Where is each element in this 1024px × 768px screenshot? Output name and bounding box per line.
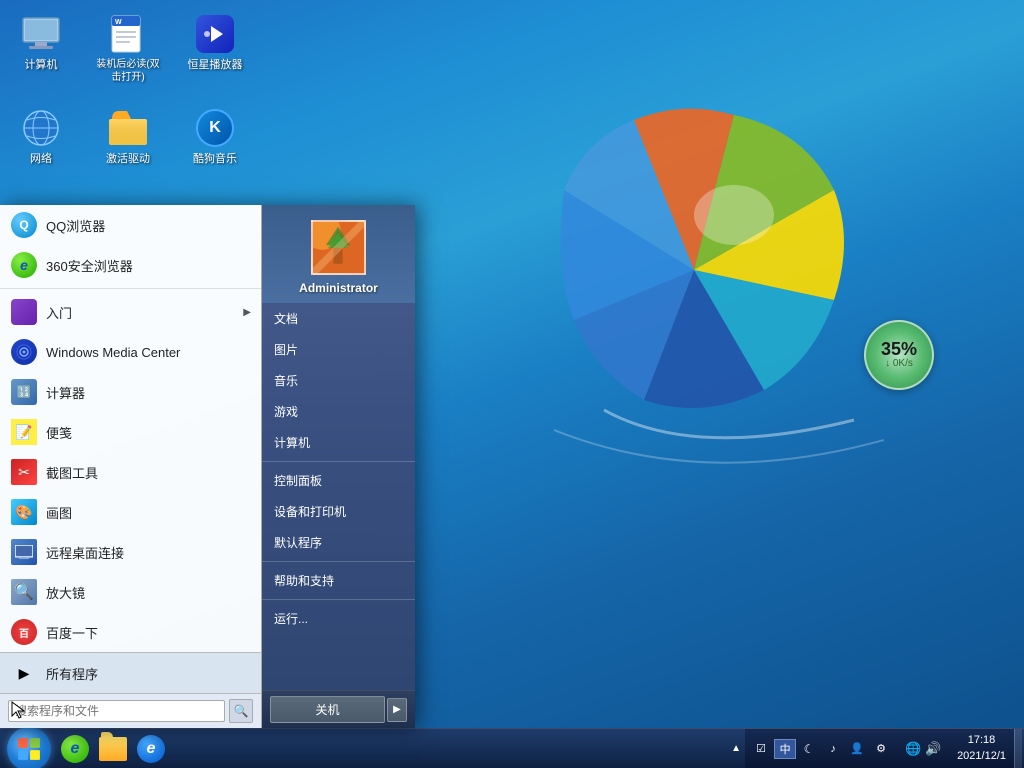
start-orb[interactable] [7,727,51,768]
shutdown-button[interactable]: 关机 [270,696,385,723]
speed-widget[interactable]: 35% ↓ 0K/s [864,320,934,390]
search-button[interactable]: 🔍 [229,699,253,723]
input-user[interactable]: 👤 [846,739,868,759]
user-avatar-section: Administrator [262,205,415,303]
desktop-icon-network-label: 网络 [30,152,52,166]
show-desktop-button[interactable] [1014,729,1022,768]
menu-item-paint[interactable]: 🎨 画图 [0,492,261,532]
menu-item-games[interactable]: 游戏 [262,396,415,427]
menu-item-baidu[interactable]: 百 百度一下 [0,612,261,652]
taskbar-ie[interactable]: e [57,731,93,767]
menu-item-control-panel[interactable]: 控制面板 [262,465,415,496]
svg-text:W: W [115,19,122,26]
menu-item-intro-arrow: ▶ [243,307,251,318]
desktop-icon-kugo[interactable]: K 酷狗音乐 [179,104,251,170]
menu-item-run[interactable]: 运行... [262,603,415,634]
mouse-cursor [10,700,30,720]
menu-item-360-browser[interactable]: e 360安全浏览器 [0,245,261,285]
menu-item-wmc[interactable]: Windows Media Center [0,332,261,372]
tray-icons: 🌐 🔊 [897,729,949,768]
menu-item-all-programs[interactable]: ▶ 所有程序 [0,653,261,693]
desktop-icon-network[interactable]: 网络 [5,104,77,170]
desktop-icons-area: 计算机 W 装机后必读(双击打开) [5,10,251,170]
search-bar: 🔍 [0,693,261,728]
menu-item-magnify[interactable]: 🔍 放大镜 [0,572,261,612]
desktop-icon-computer[interactable]: 计算机 [5,10,77,88]
menu-item-360-label: 360安全浏览器 [46,256,251,275]
shutdown-arrow[interactable]: ▶ [387,698,407,722]
menu-item-default-progs[interactable]: 默认程序 [262,527,415,558]
input-method-zh[interactable]: 中 [774,739,796,759]
menu-item-qq-browser[interactable]: Q QQ浏览器 [0,205,261,245]
taskbar-ie2[interactable]: e [133,731,169,767]
speed-percent: 35% [881,340,917,358]
input-method-area: ☑ 中 ☾ ♪ 👤 ⚙ [745,729,897,768]
menu-item-calc-label: 计算器 [46,383,251,402]
clock-date: 2021/12/1 [957,749,1006,764]
tray-network[interactable]: 🌐 [903,739,923,759]
windows-logo [504,60,884,480]
menu-item-docs[interactable]: 文档 [262,303,415,334]
menu-item-qq-browser-label: QQ浏览器 [46,216,251,235]
menu-item-wmc-label: Windows Media Center [46,345,251,360]
input-moon[interactable]: ☾ [798,739,820,759]
menu-item-help[interactable]: 帮助和支持 [262,565,415,596]
taskbar-explorer[interactable] [95,731,131,767]
search-input[interactable] [8,700,225,722]
clock-time: 17:18 [968,733,996,748]
menu-item-paint-label: 画图 [46,503,251,522]
menu-item-snip[interactable]: ✂ 截图工具 [0,452,261,492]
shutdown-area: 关机 ▶ [262,690,415,728]
menu-item-magnify-label: 放大镜 [46,583,251,602]
menu-item-devices[interactable]: 设备和打印机 [262,496,415,527]
menu-item-remote[interactable]: 远程桌面连接 [0,532,261,572]
desktop-icon-activate-label: 激活驱动 [106,152,150,166]
desktop-icon-setup[interactable]: W 装机后必读(双击打开) [92,10,164,88]
input-checkbox[interactable]: ☑ [750,739,772,759]
desktop-icon-kugo-label: 酷狗音乐 [193,152,237,166]
menu-item-remote-label: 远程桌面连接 [46,543,251,562]
clock[interactable]: 17:18 2021/12/1 [949,729,1014,768]
input-speech[interactable]: ♪ [822,739,844,759]
taskbar: e e ▲ ☑ 中 ☾ ♪ 👤 ⚙ 🌐 🔊 [0,728,1024,768]
desktop-icon-henxing-label: 恒星播放器 [188,58,243,72]
desktop-icon-setup-label: 装机后必读(双击打开) [96,58,160,84]
menu-item-intro-label: 入门 [46,303,243,322]
desktop-icon-activate[interactable]: 激活驱动 [92,104,164,170]
input-gear[interactable]: ⚙ [870,739,892,759]
menu-item-music[interactable]: 音乐 [262,365,415,396]
username: Administrator [299,281,378,295]
menu-item-baidu-label: 百度一下 [46,623,251,642]
user-avatar[interactable] [311,220,366,275]
menu-item-pics[interactable]: 图片 [262,334,415,365]
desktop-icon-computer-label: 计算机 [25,58,58,72]
start-menu: Q QQ浏览器 e 360安全浏览器 [0,205,415,728]
menu-item-sticky[interactable]: 📝 便笺 [0,412,261,452]
menu-item-intro[interactable]: 入门 ▶ [0,292,261,332]
tray-volume[interactable]: 🔊 [923,739,943,759]
all-programs-label: 所有程序 [46,664,251,683]
speed-value: ↓ 0K/s [885,358,913,370]
desktop-icon-henxing[interactable]: 恒星播放器 [179,10,251,88]
menu-item-sticky-label: 便笺 [46,423,251,442]
menu-item-my-computer[interactable]: 计算机 [262,427,415,458]
system-tray: ▲ ☑ 中 ☾ ♪ 👤 ⚙ 🌐 🔊 17:18 2021/12/1 [727,729,1022,768]
menu-item-snip-label: 截图工具 [46,463,251,482]
start-button[interactable] [2,731,56,767]
tray-overflow[interactable]: ▲ [727,743,745,754]
desktop: 计算机 W 装机后必读(双击打开) [0,0,1024,768]
menu-item-calc[interactable]: 🔢 计算器 [0,372,261,412]
